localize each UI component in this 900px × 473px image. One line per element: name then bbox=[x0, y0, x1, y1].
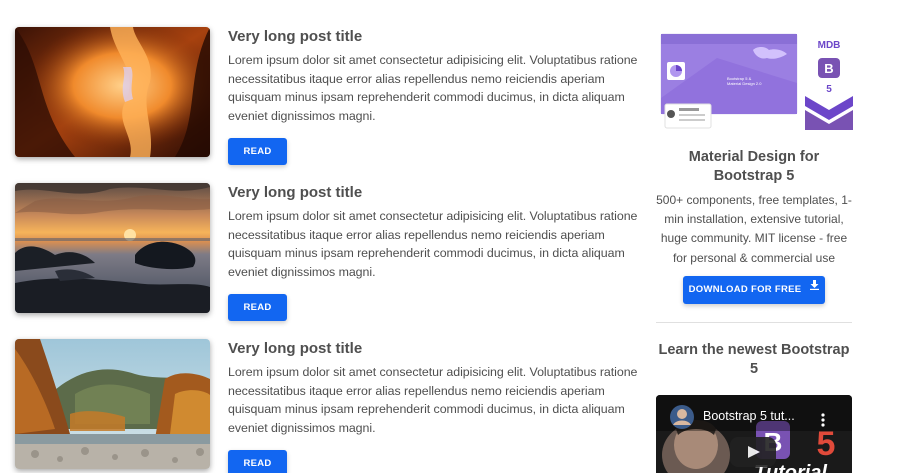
svg-text:Material Design 2.0: Material Design 2.0 bbox=[727, 81, 762, 86]
post-body: Very long post title Lorem ipsum dolor s… bbox=[228, 183, 640, 281]
post-card-3: Very long post title Lorem ipsum dolor s… bbox=[15, 339, 640, 473]
mdb-logo-text: MDB bbox=[818, 40, 841, 51]
post-body: Very long post title Lorem ipsum dolor s… bbox=[228, 339, 640, 437]
mdb-promo-image[interactable]: Bootstrap 5 & Material Design 2.0 MDB B … bbox=[657, 28, 853, 130]
bootstrap-logo-letter: B bbox=[824, 61, 833, 76]
read-button[interactable]: READ bbox=[228, 294, 287, 321]
read-button[interactable]: READ bbox=[228, 138, 287, 165]
post-title[interactable]: Very long post title bbox=[228, 340, 640, 358]
post-image-canyon[interactable] bbox=[15, 27, 210, 157]
post-excerpt: Lorem ipsum dolor sit amet consectetur a… bbox=[228, 53, 638, 123]
post-excerpt: Lorem ipsum dolor sit amet consectetur a… bbox=[228, 209, 638, 279]
promo-description: 500+ components, free templates, 1-min i… bbox=[656, 193, 852, 265]
play-button-icon[interactable] bbox=[730, 437, 776, 467]
post-title[interactable]: Very long post title bbox=[228, 28, 640, 46]
youtube-video-embed[interactable]: B 5 Tutorial Bootstrap 5 tut... bbox=[656, 395, 852, 473]
video-menu-icon[interactable] bbox=[821, 413, 825, 427]
learn-bootstrap-title: Learn the newest Bootstrap 5 bbox=[658, 342, 850, 377]
download-button-label: DOWNLOAD FOR FREE bbox=[688, 284, 802, 295]
post-body: Very long post title Lorem ipsum dolor s… bbox=[228, 27, 640, 125]
post-title[interactable]: Very long post title bbox=[228, 184, 640, 202]
post-image-autumn-mountain[interactable] bbox=[15, 339, 210, 469]
video-title[interactable]: Bootstrap 5 tut... bbox=[703, 409, 795, 423]
logo-version: 5 bbox=[826, 84, 832, 95]
download-for-free-button[interactable]: DOWNLOAD FOR FREE bbox=[683, 276, 825, 304]
read-button[interactable]: READ bbox=[228, 450, 287, 473]
download-icon bbox=[810, 274, 820, 302]
post-card-2: Very long post title Lorem ipsum dolor s… bbox=[15, 183, 640, 323]
sidebar-divider bbox=[656, 322, 852, 323]
post-excerpt: Lorem ipsum dolor sit amet consectetur a… bbox=[228, 365, 638, 435]
promo-title[interactable]: Material Design for Bootstrap 5 bbox=[656, 148, 852, 185]
post-image-sunset-sea[interactable] bbox=[15, 183, 210, 313]
post-card-1: Very long post title Lorem ipsum dolor s… bbox=[15, 27, 640, 167]
